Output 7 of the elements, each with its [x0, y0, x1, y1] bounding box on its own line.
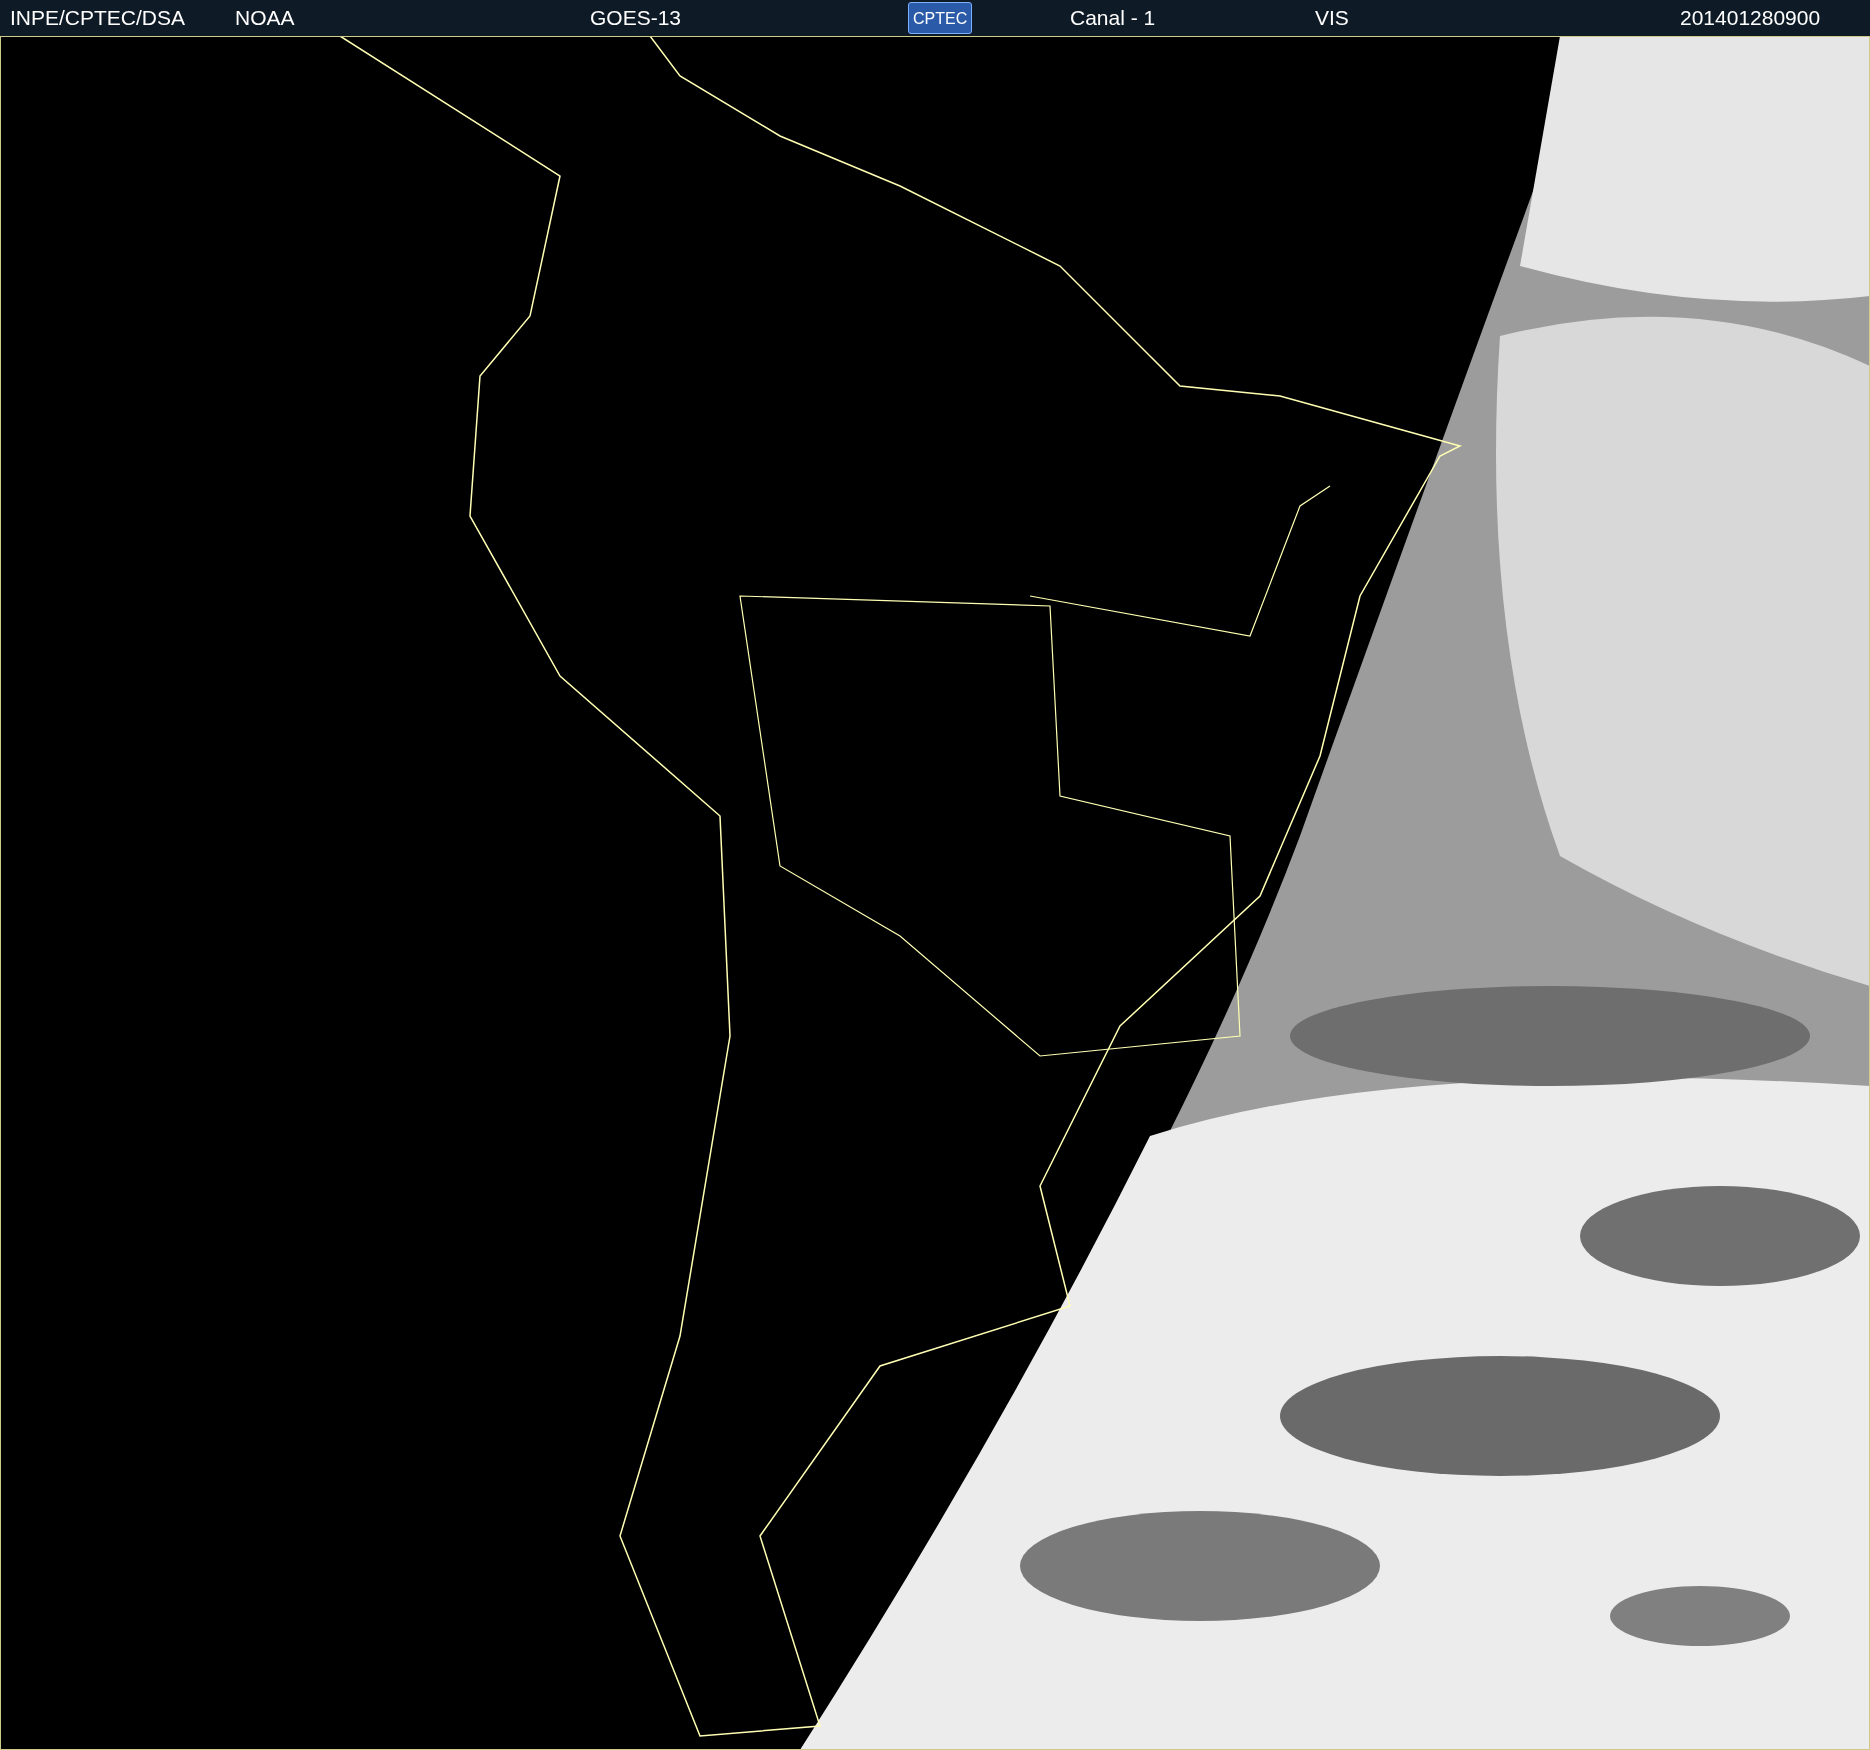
header-label: NOAA	[235, 5, 295, 32]
header-label: GOES-13	[590, 5, 682, 32]
logo: CPTEC	[908, 2, 973, 34]
header-label: Canal - 1	[1070, 5, 1156, 32]
header-label: INPE/CPTEC/DSA	[10, 5, 186, 32]
header-label: VIS	[1315, 5, 1349, 32]
header-label: 201401280900	[1680, 5, 1821, 32]
